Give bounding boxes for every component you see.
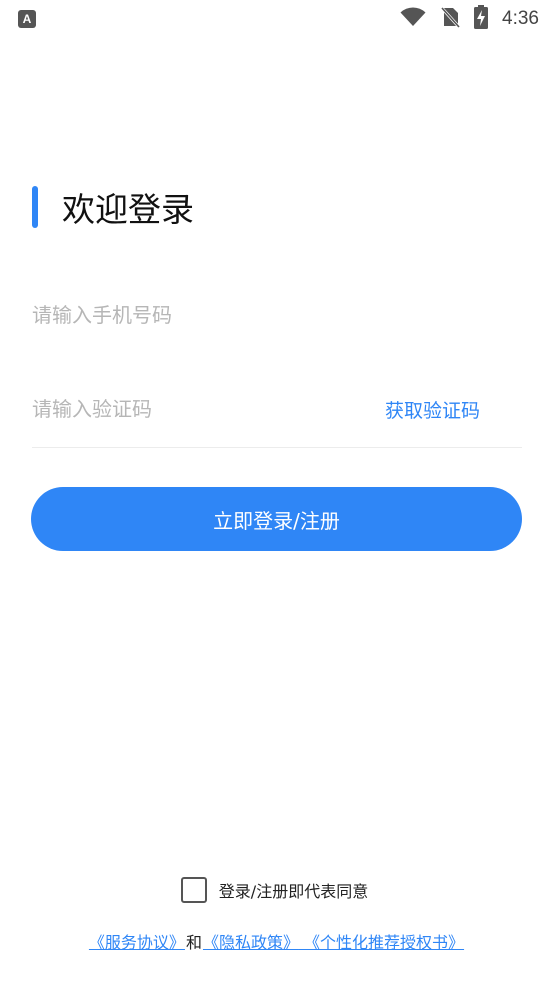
status-right: 4:36 <box>400 5 539 33</box>
status-left: A <box>18 10 36 28</box>
agreement-checkbox[interactable] <box>180 877 207 903</box>
status-time: 4:36 <box>502 8 539 29</box>
wifi-icon <box>400 7 426 31</box>
privacy-policy-link[interactable]: 《隐私政策》 <box>203 929 299 953</box>
agreement-links: 《服务协议》 和 《隐私政策》 《个性化推荐授权书》 <box>0 928 553 954</box>
and-text: 和 <box>185 933 202 952</box>
page-title: 欢迎登录 <box>62 190 194 229</box>
personalized-recommendation-link[interactable]: 《个性化推荐授权书》 <box>299 929 464 953</box>
status-bar: A 4:36 <box>0 0 553 38</box>
app-notification-icon: A <box>18 10 36 28</box>
agreement-row: 登录/注册即代表同意 <box>0 875 553 905</box>
agreement-text: 登录/注册即代表同意 <box>218 882 369 901</box>
battery-charging-icon <box>474 5 489 33</box>
verification-code-input[interactable] <box>32 386 352 432</box>
title-block: 欢迎登录 <box>32 186 194 229</box>
service-agreement-link[interactable]: 《服务协议》 <box>89 929 185 953</box>
get-code-button[interactable]: 获取验证码 <box>385 396 480 423</box>
title-accent-bar <box>32 186 38 228</box>
login-register-button[interactable]: 立即登录/注册 <box>31 487 522 551</box>
verification-code-row: 获取验证码 <box>32 384 522 448</box>
phone-number-input[interactable] <box>32 292 522 338</box>
no-sim-icon <box>439 5 461 32</box>
